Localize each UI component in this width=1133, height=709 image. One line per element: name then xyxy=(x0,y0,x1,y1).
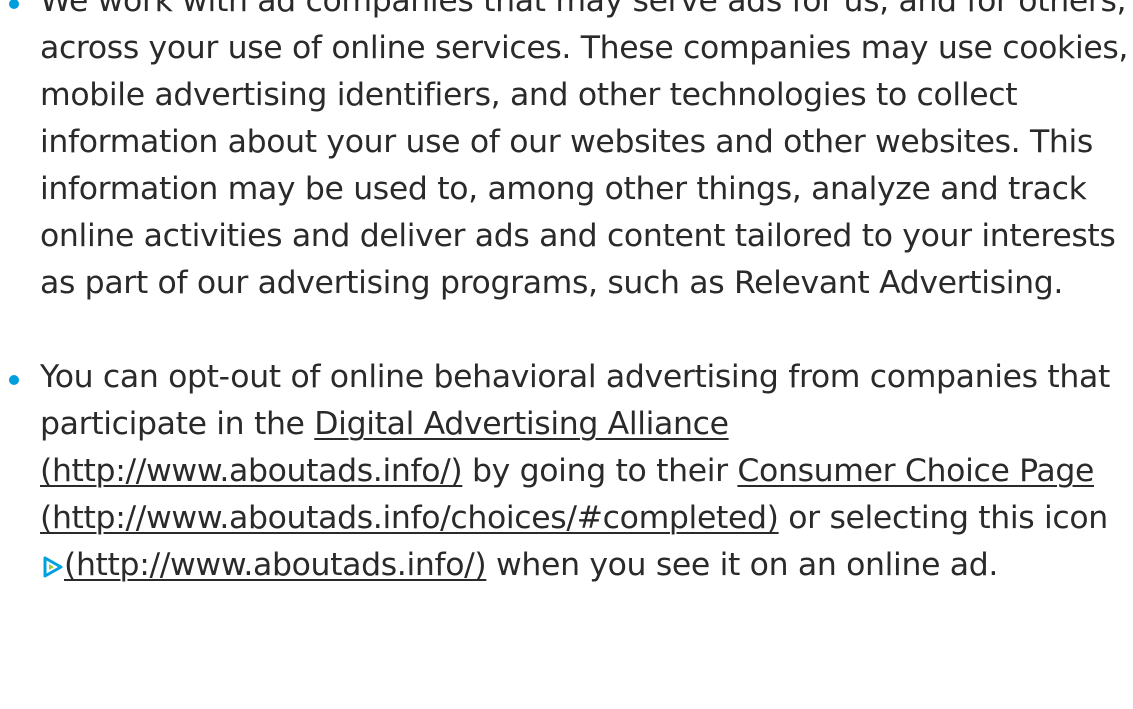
opt-out-text-middle: by going to their xyxy=(462,453,738,489)
bullet-dot xyxy=(9,375,19,385)
bullet-list: We work with ad companies that may serve… xyxy=(0,0,1133,589)
list-item-opt-out: You can opt-out of online behavioral adv… xyxy=(0,354,1133,589)
list-item-ad-companies: We work with ad companies that may serve… xyxy=(0,0,1133,307)
opt-out-text-end: when you see it on an online ad. xyxy=(486,547,999,583)
aboutads-icon-link[interactable]: (http://www.aboutads.info/) xyxy=(64,547,487,583)
opt-out-text-or: or selecting this icon xyxy=(778,500,1108,536)
bullet-dot xyxy=(9,0,19,9)
adchoices-icon[interactable] xyxy=(42,556,64,578)
privacy-content: We work with ad companies that may serve… xyxy=(0,0,1133,589)
ad-companies-text: We work with ad companies that may serve… xyxy=(40,0,1129,301)
